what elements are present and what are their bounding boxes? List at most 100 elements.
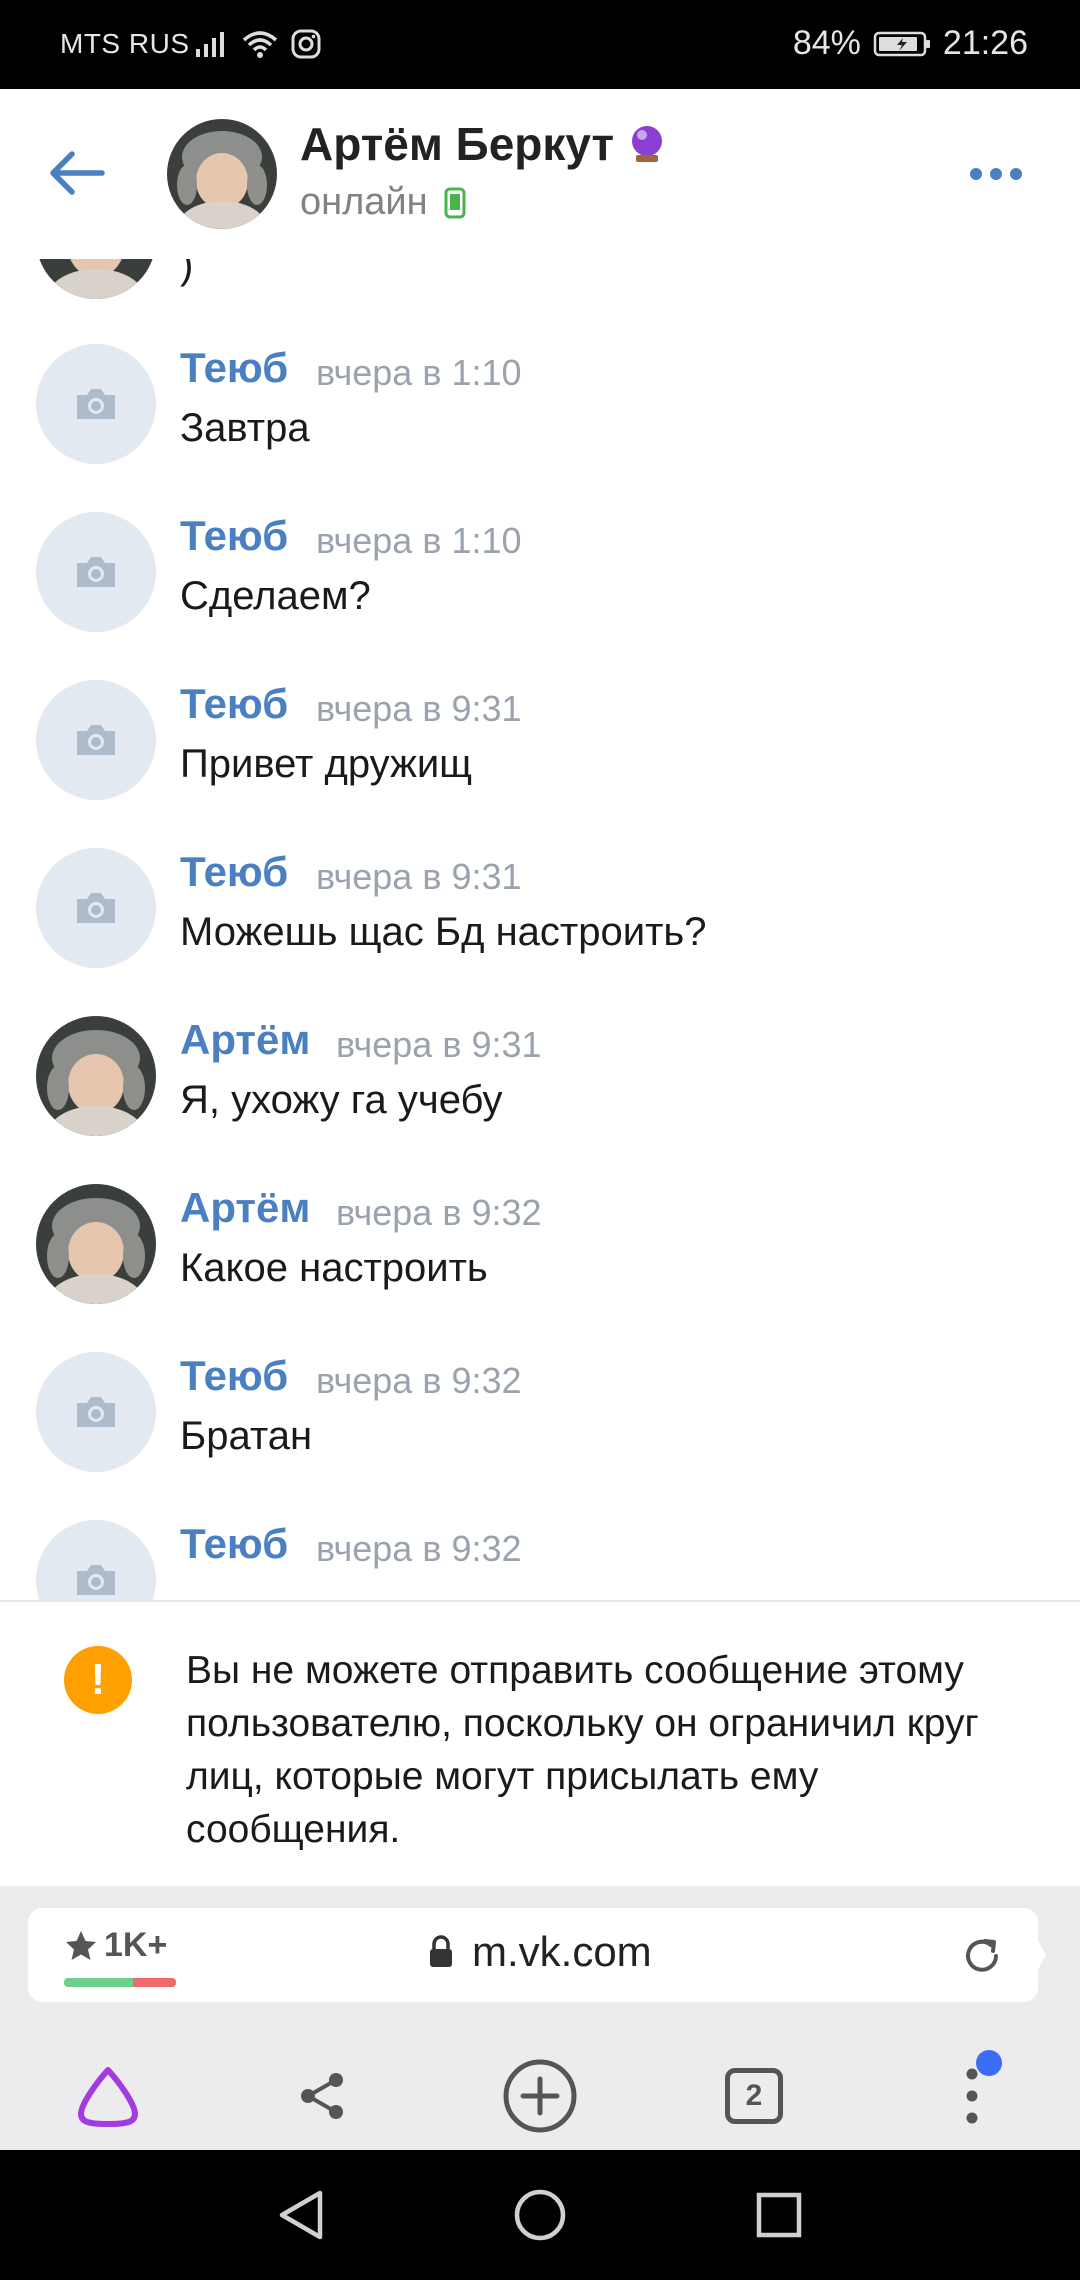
- message-author[interactable]: Артём: [180, 1016, 310, 1064]
- url-text: m.vk.com: [472, 1928, 652, 1975]
- message-time: вчера в 1:10: [316, 520, 522, 561]
- vertical-dots-icon: [966, 2068, 978, 2124]
- message-author[interactable]: Теюб: [180, 1352, 288, 1400]
- avatar-photo: [167, 119, 277, 229]
- contact-name: Артём Беркут: [300, 117, 666, 171]
- avatar-placeholder[interactable]: [36, 680, 156, 800]
- wifi-icon: [242, 31, 278, 58]
- plus-circle-icon: [503, 2059, 577, 2133]
- message-author[interactable]: Теюб: [180, 680, 288, 728]
- message-text: Привет дружищ: [180, 742, 473, 786]
- camera-icon: [77, 1565, 115, 1595]
- message-time: вчера в 1:10: [316, 352, 522, 393]
- clock: 21:26: [942, 24, 1028, 62]
- avatar-placeholder[interactable]: [36, 512, 156, 632]
- camera-icon: [77, 725, 115, 755]
- message: Теюб вчера в 1:10 Сделаем?: [0, 512, 1080, 680]
- back-button[interactable]: [40, 137, 112, 209]
- message-text: Можешь щас Бд настроить?: [180, 910, 707, 954]
- message-text: ): [180, 259, 194, 287]
- notice-text: Вы не можете отправить сообщение этому п…: [186, 1649, 979, 1851]
- address-bar-arrow: [1020, 1908, 1046, 2002]
- message: Теюб вчера в 9:31 Можешь щас Бд настроит…: [0, 848, 1080, 1016]
- contact-avatar[interactable]: [167, 119, 277, 229]
- avatar-photo[interactable]: [36, 1184, 156, 1304]
- avatar-photo-image: [36, 1184, 156, 1304]
- avatar-placeholder[interactable]: [36, 848, 156, 968]
- message-time: вчера в 9:32: [336, 1192, 542, 1233]
- contact-status: онлайн: [300, 181, 466, 224]
- message-time: вчера в 9:31: [336, 1024, 542, 1065]
- share-button[interactable]: [282, 2056, 362, 2136]
- url-display[interactable]: m.vk.com: [428, 1928, 652, 1976]
- star-icon: [66, 1930, 96, 1960]
- rating-bar: [64, 1978, 176, 1987]
- alice-icon: [78, 2067, 138, 2127]
- message: Артём вчера в 9:32 Какое настроить: [0, 1184, 1080, 1352]
- message-text: Сделаем?: [180, 574, 371, 618]
- contact-name-text: Артём Беркут: [300, 118, 615, 170]
- reload-icon: [966, 1939, 998, 1972]
- signal-icon: [196, 32, 224, 57]
- dot: [970, 168, 982, 180]
- browser-panel: 1K+ m.vk.com 2: [0, 1886, 1080, 2150]
- tabs-button[interactable]: 2: [714, 2056, 794, 2136]
- alice-button[interactable]: [68, 2056, 148, 2136]
- message: Теюб вчера в 1:10 Завтра: [0, 344, 1080, 512]
- cannot-send-notice: ! Вы не можете отправить сообщение этому…: [0, 1600, 1080, 1886]
- avatar-photo: [36, 259, 156, 299]
- message: Теюб вчера в 9:31 Привет дружищ: [0, 680, 1080, 848]
- avatar-placeholder[interactable]: [36, 1352, 156, 1472]
- message-text: Братан: [180, 1414, 313, 1458]
- message-time: вчера в 9:31: [316, 856, 522, 897]
- more-options-button[interactable]: [960, 149, 1032, 199]
- message-author[interactable]: Теюб: [180, 512, 288, 560]
- message-author[interactable]: Теюб: [180, 848, 288, 896]
- status-right: 84% 21:26: [793, 24, 1028, 63]
- avatar-photo-partial[interactable]: [36, 259, 156, 299]
- dot: [1010, 168, 1022, 180]
- notification-dot: [976, 2050, 1002, 2076]
- battery-percent: 84%: [792, 24, 861, 62]
- chat-header: Артём Беркут онлайн: [0, 89, 1080, 259]
- system-nav-bar: [0, 2150, 1080, 2280]
- message-list[interactable]: ) Теюб вчера в 1:10 Завтра Теюб вчера в …: [0, 259, 1080, 1600]
- reload-button[interactable]: [958, 1932, 1006, 1980]
- tabs-count: 2: [725, 2068, 783, 2124]
- crystal-ball-icon: [632, 126, 663, 162]
- avatar-placeholder[interactable]: [36, 1520, 156, 1600]
- message: Теюб вчера в 9:32 Братан: [0, 1352, 1080, 1520]
- dot: [990, 168, 1002, 180]
- avatar-placeholder[interactable]: [36, 344, 156, 464]
- camera-icon: [77, 557, 115, 587]
- message-author[interactable]: Теюб: [180, 344, 288, 392]
- message-time: вчера в 9:32: [316, 1528, 522, 1569]
- new-tab-button[interactable]: [500, 2056, 580, 2136]
- browser-toolbar: 2: [0, 2036, 1080, 2150]
- message-text: Завтра: [180, 406, 310, 450]
- battery-icon: [873, 31, 930, 56]
- message: Теюб вчера в 9:32: [0, 1520, 1080, 1600]
- camera-icon: [77, 1397, 115, 1427]
- online-status-text: онлайн: [300, 181, 428, 223]
- arrow-left-icon: [50, 151, 105, 195]
- lock-icon: [430, 1935, 452, 1967]
- message-author[interactable]: Артём: [180, 1184, 310, 1232]
- screen: MTS RUS 84% 21:26 Артём Беркут онлайн) …: [0, 0, 1080, 2280]
- status-bar: MTS RUS 84% 21:26: [0, 0, 1080, 89]
- message-time: вчера в 9:32: [316, 1360, 522, 1401]
- partial-message: ): [0, 259, 1080, 299]
- triangle-back-icon: [279, 2190, 323, 2240]
- rating-count: 1K+: [104, 1926, 168, 1964]
- message-author[interactable]: Теюб: [180, 1520, 288, 1568]
- nav-home-button[interactable]: [505, 2180, 575, 2250]
- address-bar[interactable]: 1K+ m.vk.com: [28, 1908, 1038, 2002]
- site-rating[interactable]: 1K+: [64, 1926, 167, 1965]
- carrier-label: MTS RUS: [60, 28, 190, 59]
- message-text: Какое настроить: [180, 1246, 488, 1290]
- message-time: вчера в 9:31: [316, 688, 522, 729]
- nav-back-button[interactable]: [266, 2180, 336, 2250]
- avatar-photo[interactable]: [36, 1016, 156, 1136]
- nav-recents-button[interactable]: [744, 2180, 814, 2250]
- circle-home-icon: [514, 2189, 566, 2241]
